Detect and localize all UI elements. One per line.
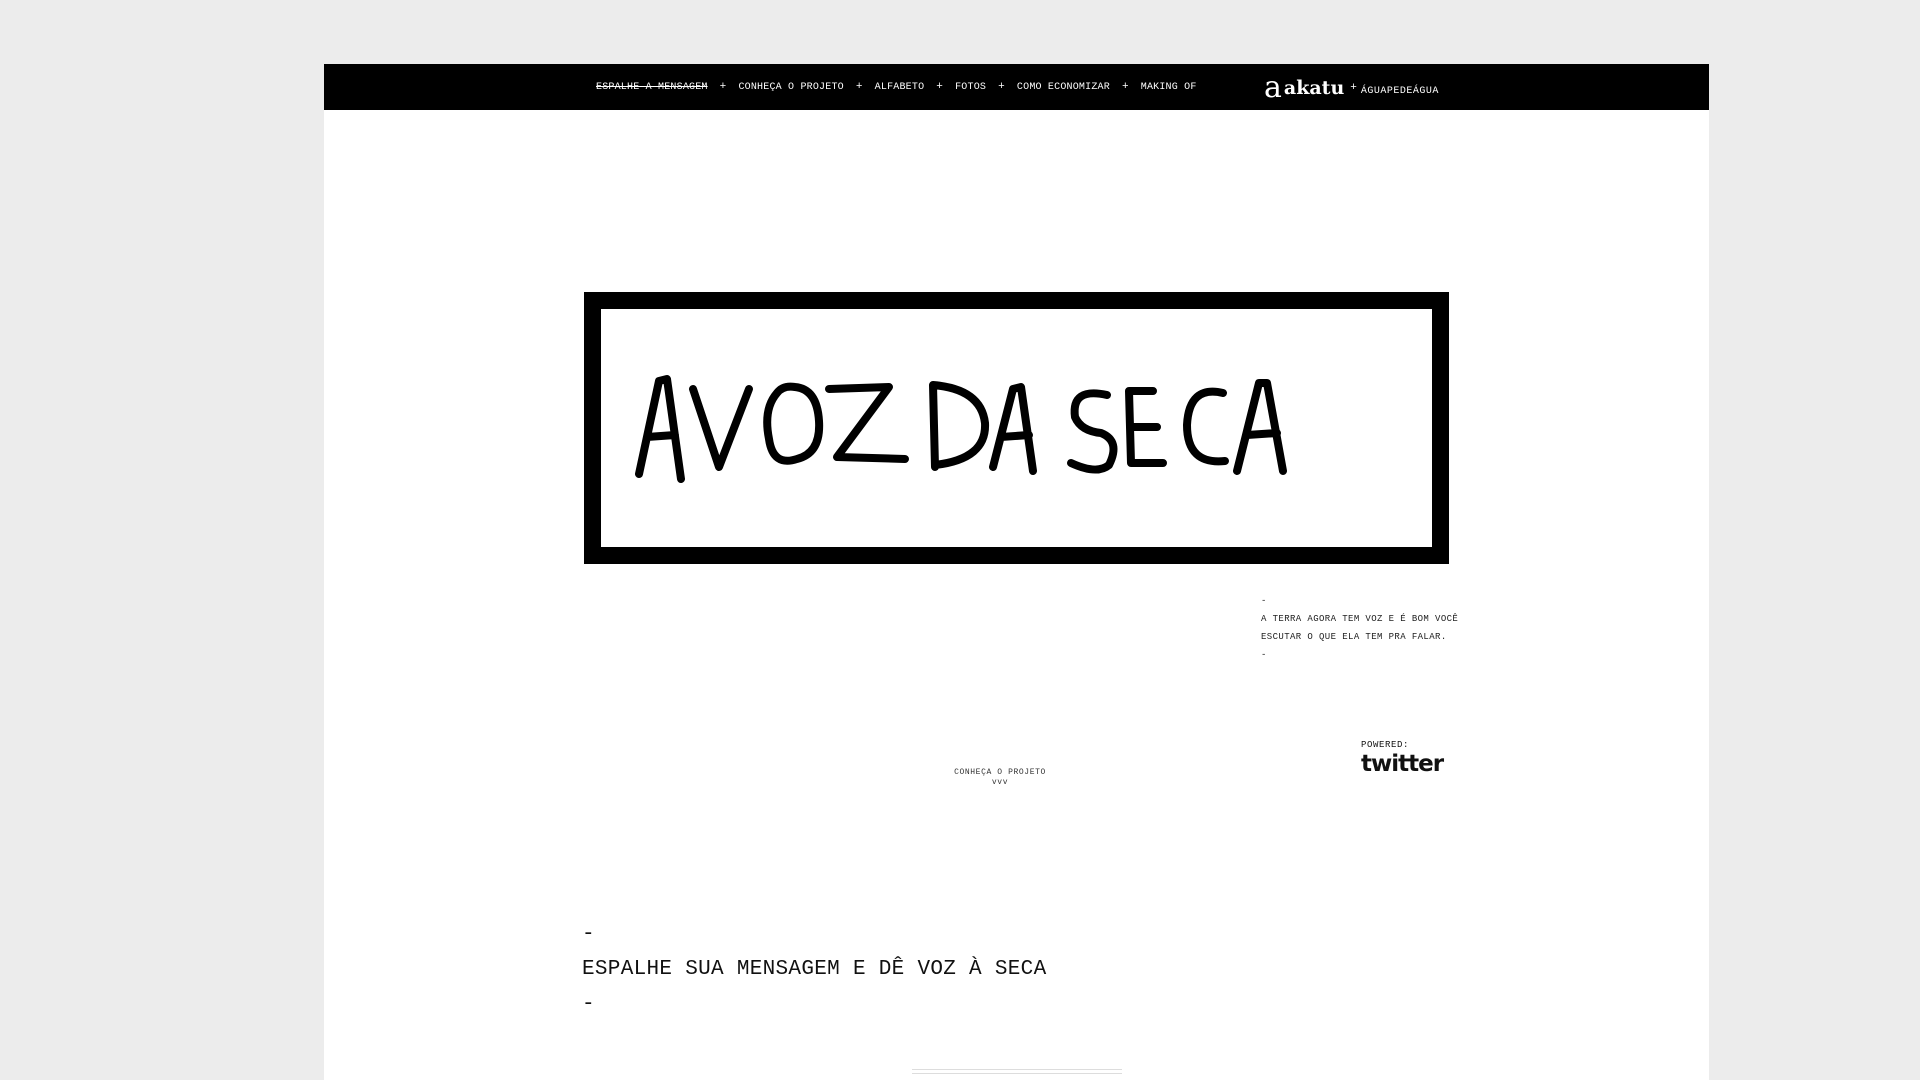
nav-separator: + <box>719 81 727 93</box>
nav-menu: ESPALHE A MENSAGEM + CONHEÇA O PROJETO +… <box>596 64 1197 110</box>
nav-item-making-of[interactable]: MAKING OF <box>1141 82 1197 93</box>
hero-title-lettering <box>635 375 1287 483</box>
nav-item-fotos[interactable]: FOTOS <box>955 82 986 93</box>
message-section: - ESPALHE SUA MENSAGEM E DÊ VOZ À SECA - <box>582 917 1046 1022</box>
akatu-logo-letter[interactable]: a <box>1264 73 1282 103</box>
cta-label[interactable]: CONHEÇA O PROJETO <box>940 768 1060 777</box>
tagline-dash-bottom: - <box>1261 650 1267 660</box>
tagline: - A TERRA AGORA TEM VOZ E É BOM VOCÊ ESC… <box>1261 592 1471 664</box>
page: ESPALHE A MENSAGEM + CONHEÇA O PROJETO +… <box>324 64 1709 1080</box>
section-dash-top: - <box>582 923 595 946</box>
bottom-divider <box>912 1069 1122 1074</box>
akatu-logo-word[interactable]: akatu <box>1284 77 1344 99</box>
nav-item-espalhe-a-mensagem[interactable]: ESPALHE A MENSAGEM <box>596 82 708 93</box>
powered-label: POWERED: <box>1361 740 1410 750</box>
twitter-logo[interactable]: twitter <box>1361 752 1444 776</box>
brand-logos: a akatu + ÁGUAPEDEÁGUA <box>1264 72 1439 104</box>
nav-separator: + <box>1121 81 1129 93</box>
aguapedeagua-logo[interactable]: ÁGUAPEDEÁGUA <box>1361 86 1439 97</box>
nav-separator: + <box>936 81 944 93</box>
nav-separator: + <box>998 81 1005 93</box>
hero-title-frame <box>584 292 1449 564</box>
nav-separator: + <box>855 81 863 93</box>
tagline-dash-top: - <box>1261 596 1267 606</box>
tagline-line-1: A TERRA AGORA TEM VOZ E É BOM VOCÊ <box>1261 614 1459 624</box>
section-heading: ESPALHE SUA MENSAGEM E DÊ VOZ À SECA <box>582 958 1047 981</box>
brand-plus: + <box>1350 82 1357 94</box>
section-dash-bottom: - <box>582 993 595 1016</box>
nav-item-conheca-o-projeto[interactable]: CONHEÇA O PROJETO <box>738 82 843 93</box>
nav-item-alfabeto[interactable]: ALFABETO <box>875 82 925 93</box>
top-navigation-bar: ESPALHE A MENSAGEM + CONHEÇA O PROJETO +… <box>324 64 1709 110</box>
tagline-line-2: ESCUTAR O QUE ELA TEM PRA FALAR. <box>1261 632 1447 642</box>
conheca-o-projeto-link[interactable]: CONHEÇA O PROJETO vvv <box>940 768 1060 789</box>
chevrons-down-icon[interactable]: vvv <box>940 777 1060 789</box>
nav-item-como-economizar[interactable]: COMO ECONOMIZAR <box>1017 82 1110 93</box>
powered-by-twitter: POWERED: twitter <box>1361 740 1444 776</box>
